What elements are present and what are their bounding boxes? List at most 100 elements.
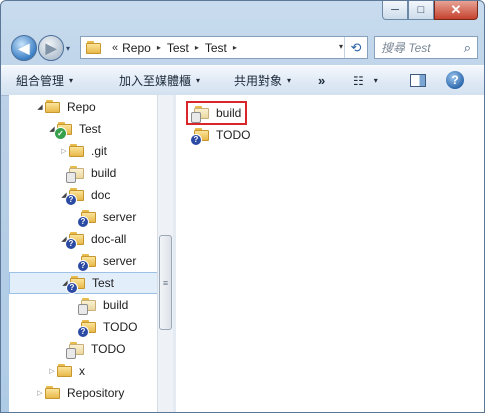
tree-item[interactable]: ▷ x: [9, 360, 157, 382]
tree-item[interactable]: ▷ Repository: [9, 382, 157, 404]
chevron-down-icon: ▾: [287, 76, 292, 85]
change-view-button[interactable]: ☷ ▾: [353, 66, 378, 95]
ignored-overlay-icon: [191, 112, 201, 123]
collapsed-arrow-icon[interactable]: ▷: [47, 367, 57, 375]
navigation-scrollbar[interactable]: ≡: [157, 95, 173, 412]
tree-item-label: doc: [91, 188, 111, 202]
folder-icon: [69, 144, 85, 158]
folder-ignored-icon: [191, 106, 210, 123]
folder-normal-icon: ✓: [54, 122, 73, 140]
folder-unversioned-icon: ?: [77, 210, 97, 228]
include-in-library-button[interactable]: 加入至媒體櫃 ▾: [119, 66, 200, 95]
organize-button[interactable]: 組合管理 ▾: [16, 66, 73, 95]
organize-label: 組合管理: [16, 74, 65, 88]
share-with-button[interactable]: 共用對象 ▾: [234, 66, 291, 95]
tree-item[interactable]: ◢? doc-all: [9, 228, 157, 250]
folder-unversioned-icon: ?: [66, 276, 86, 294]
ignored-overlay-icon: [66, 348, 76, 359]
file-list-item-label: TODO: [216, 128, 251, 142]
tree-item[interactable]: build: [9, 162, 157, 184]
search-placeholder: 搜尋 Test: [381, 41, 431, 55]
navigation-pane[interactable]: ◢ Repo ◢ ✓ Test ▷ .git build ◢? doc? server ◢? doc-a…: [9, 95, 173, 412]
minimize-button[interactable]: ─: [382, 1, 408, 20]
unversioned-overlay-icon: ?: [77, 216, 89, 228]
unversioned-overlay-icon: ?: [77, 260, 89, 272]
folder-ignored-icon: [78, 298, 97, 315]
tree-item-label: x: [79, 364, 85, 378]
tree-item[interactable]: ◢? Test: [9, 272, 159, 294]
tree-item-label: doc-all: [91, 232, 127, 246]
scrollbar-thumb[interactable]: ≡: [159, 235, 172, 330]
tree-item-label: Repository: [67, 386, 125, 400]
folder-ignored-icon: [66, 342, 85, 359]
breadcrumb-separator-icon[interactable]: ▸: [195, 43, 199, 52]
folder-icon: [45, 100, 61, 114]
breadcrumb-separator-icon[interactable]: ▸: [233, 43, 237, 52]
ignored-overlay-icon: [78, 304, 88, 315]
unversioned-overlay-icon: ?: [66, 282, 78, 294]
folder-unversioned-icon: ?: [77, 254, 97, 272]
tree-item[interactable]: ▷ .git: [9, 140, 157, 162]
tree-item-label: server: [103, 254, 137, 268]
tree-item-label: build: [103, 298, 129, 312]
collapsed-arrow-icon[interactable]: ▷: [35, 389, 45, 397]
search-icon[interactable]: ⌕: [464, 40, 471, 56]
forward-button[interactable]: ▶: [38, 35, 64, 61]
chevron-down-icon: ▾: [373, 76, 378, 85]
tree-item[interactable]: ◢? doc: [9, 184, 157, 206]
folder-icon: [57, 364, 73, 378]
tree-item[interactable]: ? server: [9, 206, 157, 228]
breadcrumb: Repo ▸ Test ▸ Test ▸: [122, 41, 243, 55]
folder-ignored-icon: [66, 166, 85, 183]
unversioned-overlay-icon: ?: [65, 194, 77, 206]
tree-item[interactable]: ? TODO: [9, 316, 157, 338]
tree-item-label: .git: [91, 144, 108, 158]
file-list-item[interactable]: ? TODO: [190, 125, 251, 146]
tree-item-label: TODO: [91, 342, 126, 356]
breadcrumb-separator-icon[interactable]: ▸: [157, 43, 161, 52]
close-button[interactable]: ✕: [434, 1, 478, 20]
breadcrumb-test-current[interactable]: Test: [205, 41, 227, 55]
preview-pane-icon[interactable]: [410, 74, 426, 87]
tree-item-label: build: [91, 166, 117, 180]
more-commands-button[interactable]: »: [318, 66, 325, 95]
help-icon[interactable]: ?: [446, 71, 464, 89]
tree-item[interactable]: TODO: [9, 338, 157, 360]
maximize-button[interactable]: □: [408, 1, 434, 20]
folder-icon: [86, 40, 102, 55]
file-list-item-label: build: [216, 106, 242, 120]
address-dropdown-icon[interactable]: ▾: [339, 42, 343, 51]
unversioned-overlay-icon: ?: [77, 326, 89, 338]
recent-pages-dropdown-icon[interactable]: ▾: [66, 44, 70, 53]
tree-item[interactable]: ? server: [9, 250, 157, 272]
tree-item-label: Test: [79, 122, 102, 136]
collapsed-arrow-icon[interactable]: ▷: [59, 147, 69, 155]
breadcrumb-repo[interactable]: Repo: [122, 41, 151, 55]
caption-buttons: ─ □ ✕: [382, 1, 478, 21]
back-button[interactable]: ◀: [11, 35, 37, 61]
chevron-left-icon[interactable]: «: [112, 42, 118, 54]
explorer-window: ─ □ ✕ ◀ ▶ ▾ « Repo ▸ Test ▸ Test ▸ ▾ ⟲ 搜…: [0, 0, 485, 413]
tree-item[interactable]: ◢ Repo: [9, 96, 157, 118]
folder-icon: [45, 386, 61, 400]
tree-item-label: Repo: [67, 100, 96, 114]
address-bar[interactable]: « Repo ▸ Test ▸ Test ▸ ▾ ⟲: [80, 36, 368, 59]
folder-unversioned-icon: ?: [190, 128, 210, 146]
share-label: 共用對象: [234, 74, 283, 88]
unversioned-overlay-icon: ?: [190, 134, 202, 146]
file-list[interactable]: build? TODO: [176, 95, 484, 412]
file-list-item[interactable]: build: [186, 101, 248, 125]
breadcrumb-test[interactable]: Test: [167, 41, 189, 55]
command-bar: 組合管理 ▾ 加入至媒體櫃 ▾ 共用對象 ▾ » ☷ ▾ ?: [1, 65, 484, 96]
tree-item[interactable]: build: [9, 294, 157, 316]
tree-item-label: TODO: [103, 320, 138, 334]
search-box[interactable]: 搜尋 Test ⌕: [374, 36, 478, 59]
tree-item-label: Test: [92, 276, 115, 290]
views-icon: ☷: [353, 73, 364, 88]
expanded-arrow-icon[interactable]: ◢: [35, 103, 45, 111]
navigation-row: ◀ ▶ ▾ « Repo ▸ Test ▸ Test ▸ ▾ ⟲ 搜尋 Test…: [1, 33, 484, 63]
unversioned-overlay-icon: ?: [65, 238, 77, 250]
tree-item[interactable]: ◢ ✓ Test: [9, 118, 157, 140]
folder-unversioned-icon: ?: [65, 232, 85, 250]
refresh-icon[interactable]: ⟲: [344, 37, 367, 58]
